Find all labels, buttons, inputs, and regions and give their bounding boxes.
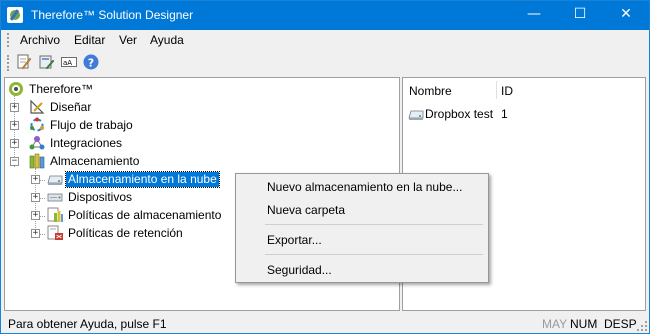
menu-bar: Archivo Editar Ver Ayuda <box>1 30 649 50</box>
therefore-root-icon <box>9 82 23 96</box>
menu-item-new-folder[interactable]: Nueva carpeta <box>267 203 345 217</box>
toolbar-grip[interactable] <box>7 55 9 71</box>
close-button[interactable]: ✕ <box>603 1 649 30</box>
window-title: Therefore™ Solution Designer <box>31 8 194 22</box>
devices-icon <box>47 193 63 202</box>
design-icon <box>30 99 45 114</box>
tree-root-label: Therefore™ <box>29 82 94 96</box>
rename-button[interactable]: aA <box>60 53 78 71</box>
edit-document-icon <box>17 54 32 70</box>
expand-toggle[interactable]: + <box>31 175 40 184</box>
expand-toggle[interactable]: + <box>10 139 19 148</box>
edit-document-button[interactable] <box>15 53 33 71</box>
app-window: Therefore™ Solution Designer — ☐ ✕ Archi… <box>0 0 650 334</box>
context-menu: Nuevo almacenamiento en la nube... Nueva… <box>235 173 489 283</box>
list-row[interactable]: Dropbox test 1 <box>407 105 643 123</box>
num-lock-indicator: NUM <box>570 317 598 331</box>
menu-ver[interactable]: Ver <box>119 33 137 47</box>
collapse-toggle[interactable]: − <box>10 157 19 166</box>
resize-grip-icon[interactable] <box>637 321 647 331</box>
tree-node-label: Almacenamiento en la nube <box>65 171 220 188</box>
edit-properties-icon <box>39 55 55 70</box>
cloud-storage-icon <box>408 110 424 120</box>
list-cell-name: Dropbox test <box>425 107 494 121</box>
tree-node-label: Políticas de almacenamiento <box>68 208 222 222</box>
integrations-icon <box>29 136 45 150</box>
svg-text:aA: aA <box>63 59 72 67</box>
expand-toggle[interactable]: + <box>10 121 19 130</box>
menu-item-new-cloud-storage[interactable]: Nuevo almacenamiento en la nube... <box>267 180 462 194</box>
storage-icon <box>29 153 45 169</box>
rename-icon: aA <box>61 57 77 67</box>
tree-node-label: Integraciones <box>50 136 123 150</box>
maximize-button[interactable]: ☐ <box>557 1 603 30</box>
title-bar[interactable]: Therefore™ Solution Designer — ☐ ✕ <box>1 1 649 30</box>
menubar-grip[interactable] <box>7 33 9 47</box>
workflow-icon <box>30 117 44 132</box>
tree-node-label: Dispositivos <box>68 190 133 204</box>
retention-policies-icon <box>47 225 63 240</box>
menu-editar[interactable]: Editar <box>74 33 105 47</box>
edit-properties-button[interactable] <box>38 53 56 71</box>
toolbar: aA ? <box>1 50 649 76</box>
menu-ayuda[interactable]: Ayuda <box>150 33 184 47</box>
tree-node-label: Diseñar <box>50 100 92 114</box>
expand-toggle[interactable]: + <box>31 193 40 202</box>
expand-toggle[interactable]: + <box>31 229 40 238</box>
status-bar: Para obtener Ayuda, pulse F1 MAY NUM DES… <box>1 314 649 333</box>
menu-archivo[interactable]: Archivo <box>20 33 60 47</box>
menu-separator <box>265 254 483 255</box>
cloud-storage-icon <box>47 175 63 185</box>
storage-policies-icon <box>47 207 63 222</box>
column-divider[interactable] <box>496 81 497 99</box>
status-help-text: Para obtener Ayuda, pulse F1 <box>8 317 167 331</box>
tree-node-label: Almacenamiento <box>50 154 140 168</box>
svg-text:?: ? <box>88 57 94 70</box>
menu-item-export[interactable]: Exportar... <box>267 233 322 247</box>
help-icon: ? <box>83 54 99 70</box>
scroll-lock-indicator: DESP <box>604 317 637 331</box>
menu-separator <box>265 224 483 225</box>
menu-item-security[interactable]: Seguridad... <box>267 263 332 277</box>
tree-node-label: Políticas de retención <box>68 226 183 240</box>
tree-node-label: Flujo de trabajo <box>50 118 133 132</box>
expand-toggle[interactable]: + <box>10 103 19 112</box>
help-button[interactable]: ? <box>82 53 100 71</box>
minimize-button[interactable]: — <box>511 1 557 30</box>
list-cell-id: 1 <box>501 107 508 121</box>
expand-toggle[interactable]: + <box>31 211 40 220</box>
column-header-id[interactable]: ID <box>501 84 513 98</box>
column-header-nombre[interactable]: Nombre <box>409 84 452 98</box>
caps-lock-indicator: MAY <box>542 317 568 331</box>
app-logo-icon[interactable] <box>7 7 23 23</box>
